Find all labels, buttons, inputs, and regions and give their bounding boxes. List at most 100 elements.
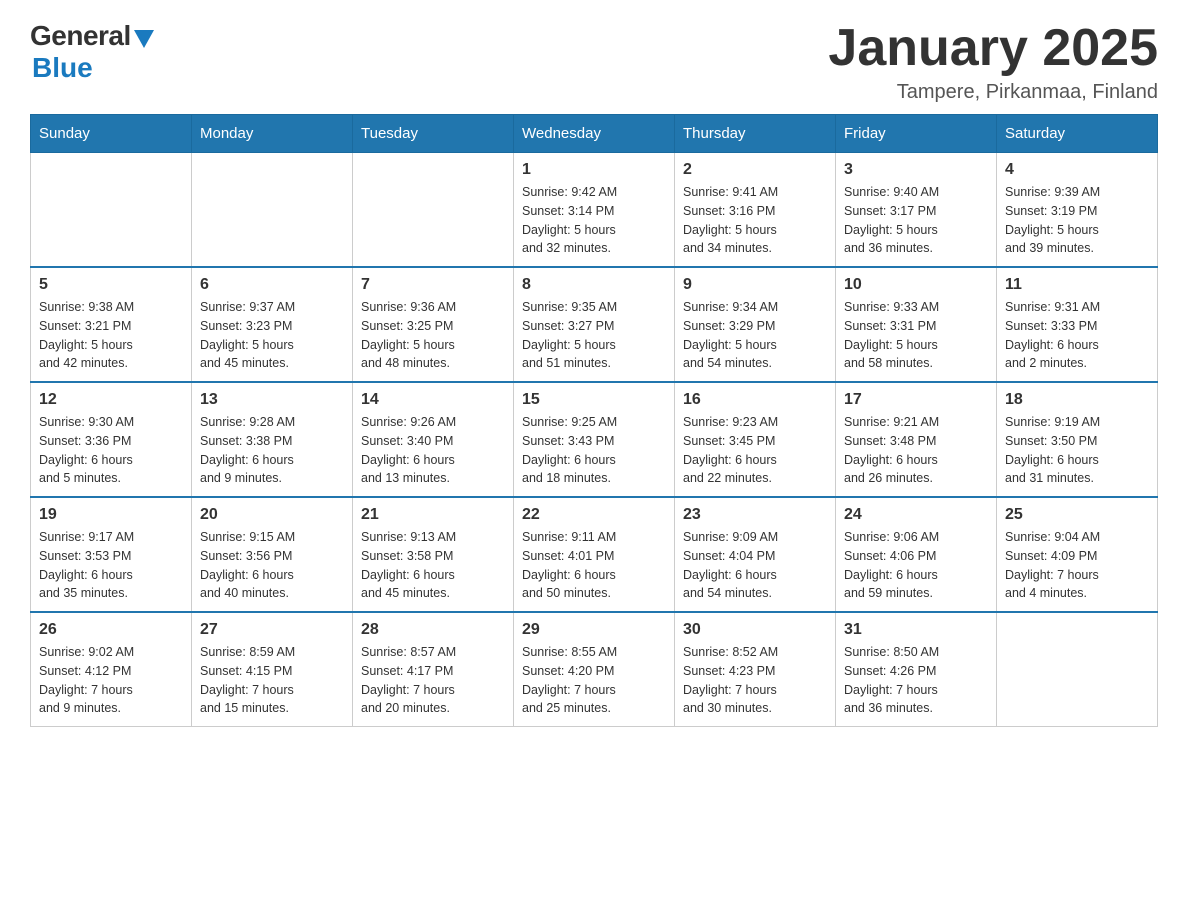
day-info: Sunrise: 9:13 AMSunset: 3:58 PMDaylight:… xyxy=(361,528,505,603)
weekday-header-thursday: Thursday xyxy=(675,115,836,153)
weekday-header-sunday: Sunday xyxy=(31,115,192,153)
calendar-cell xyxy=(31,153,192,268)
day-info: Sunrise: 9:38 AMSunset: 3:21 PMDaylight:… xyxy=(39,298,183,373)
day-info: Sunrise: 9:21 AMSunset: 3:48 PMDaylight:… xyxy=(844,413,988,488)
weekday-header-monday: Monday xyxy=(192,115,353,153)
day-info: Sunrise: 9:36 AMSunset: 3:25 PMDaylight:… xyxy=(361,298,505,373)
calendar-week-row: 1 Sunrise: 9:42 AMSunset: 3:14 PMDaylight… xyxy=(31,153,1158,268)
calendar-cell xyxy=(997,612,1158,727)
day-info: Sunrise: 9:23 AMSunset: 3:45 PMDaylight:… xyxy=(683,413,827,488)
logo: General Blue xyxy=(30,20,154,84)
calendar-cell: 17 Sunrise: 9:21 AMSunset: 3:48 PMDayligh… xyxy=(836,382,997,497)
day-info: Sunrise: 9:31 AMSunset: 3:33 PMDaylight:… xyxy=(1005,298,1149,373)
calendar-cell: 19 Sunrise: 9:17 AMSunset: 3:53 PMDayligh… xyxy=(31,497,192,612)
day-number: 19 xyxy=(39,506,183,524)
day-info: Sunrise: 9:41 AMSunset: 3:16 PMDaylight:… xyxy=(683,183,827,258)
calendar-cell: 29 Sunrise: 8:55 AMSunset: 4:20 PMDayligh… xyxy=(514,612,675,727)
day-info: Sunrise: 9:09 AMSunset: 4:04 PMDaylight:… xyxy=(683,528,827,603)
day-info: Sunrise: 8:55 AMSunset: 4:20 PMDaylight:… xyxy=(522,643,666,718)
calendar-cell: 16 Sunrise: 9:23 AMSunset: 3:45 PMDayligh… xyxy=(675,382,836,497)
day-number: 29 xyxy=(522,621,666,639)
day-info: Sunrise: 9:02 AMSunset: 4:12 PMDaylight:… xyxy=(39,643,183,718)
day-info: Sunrise: 8:57 AMSunset: 4:17 PMDaylight:… xyxy=(361,643,505,718)
logo-blue-text: Blue xyxy=(32,52,93,84)
day-number: 14 xyxy=(361,391,505,409)
weekday-header-saturday: Saturday xyxy=(997,115,1158,153)
day-number: 23 xyxy=(683,506,827,524)
day-info: Sunrise: 9:17 AMSunset: 3:53 PMDaylight:… xyxy=(39,528,183,603)
day-number: 1 xyxy=(522,161,666,179)
calendar-cell: 24 Sunrise: 9:06 AMSunset: 4:06 PMDayligh… xyxy=(836,497,997,612)
calendar-cell: 22Sunrise: 9:11 AMSunset: 4:01 PMDayligh… xyxy=(514,497,675,612)
day-number: 28 xyxy=(361,621,505,639)
calendar-cell: 1 Sunrise: 9:42 AMSunset: 3:14 PMDaylight… xyxy=(514,153,675,268)
day-info: Sunrise: 9:33 AMSunset: 3:31 PMDaylight:… xyxy=(844,298,988,373)
day-info: Sunrise: 9:11 AMSunset: 4:01 PMDaylight:… xyxy=(522,528,666,603)
day-info: Sunrise: 9:19 AMSunset: 3:50 PMDaylight:… xyxy=(1005,413,1149,488)
calendar-cell: 21 Sunrise: 9:13 AMSunset: 3:58 PMDayligh… xyxy=(353,497,514,612)
weekday-header-wednesday: Wednesday xyxy=(514,115,675,153)
calendar-cell: 9 Sunrise: 9:34 AMSunset: 3:29 PMDaylight… xyxy=(675,267,836,382)
calendar-cell: 28 Sunrise: 8:57 AMSunset: 4:17 PMDayligh… xyxy=(353,612,514,727)
calendar-week-row: 5 Sunrise: 9:38 AMSunset: 3:21 PMDaylight… xyxy=(31,267,1158,382)
calendar-cell: 4 Sunrise: 9:39 AMSunset: 3:19 PMDaylight… xyxy=(997,153,1158,268)
day-info: Sunrise: 8:50 AMSunset: 4:26 PMDaylight:… xyxy=(844,643,988,718)
day-number: 13 xyxy=(200,391,344,409)
calendar-cell: 31 Sunrise: 8:50 AMSunset: 4:26 PMDayligh… xyxy=(836,612,997,727)
weekday-header-tuesday: Tuesday xyxy=(353,115,514,153)
calendar-cell: 18Sunrise: 9:19 AMSunset: 3:50 PMDayligh… xyxy=(997,382,1158,497)
calendar-cell: 7Sunrise: 9:36 AMSunset: 3:25 PMDaylight… xyxy=(353,267,514,382)
day-number: 25 xyxy=(1005,506,1149,524)
day-number: 16 xyxy=(683,391,827,409)
day-number: 3 xyxy=(844,161,988,179)
calendar-cell: 5 Sunrise: 9:38 AMSunset: 3:21 PMDaylight… xyxy=(31,267,192,382)
day-number: 21 xyxy=(361,506,505,524)
location-text: Tampere, Pirkanmaa, Finland xyxy=(828,81,1158,104)
day-number: 31 xyxy=(844,621,988,639)
day-info: Sunrise: 9:37 AMSunset: 3:23 PMDaylight:… xyxy=(200,298,344,373)
day-info: Sunrise: 9:34 AMSunset: 3:29 PMDaylight:… xyxy=(683,298,827,373)
day-number: 4 xyxy=(1005,161,1149,179)
day-number: 24 xyxy=(844,506,988,524)
day-number: 17 xyxy=(844,391,988,409)
calendar-cell: 26Sunrise: 9:02 AMSunset: 4:12 PMDayligh… xyxy=(31,612,192,727)
calendar-cell: 20 Sunrise: 9:15 AMSunset: 3:56 PMDayligh… xyxy=(192,497,353,612)
calendar-cell: 27 Sunrise: 8:59 AMSunset: 4:15 PMDayligh… xyxy=(192,612,353,727)
day-number: 8 xyxy=(522,276,666,294)
day-number: 9 xyxy=(683,276,827,294)
calendar-week-row: 19 Sunrise: 9:17 AMSunset: 3:53 PMDayligh… xyxy=(31,497,1158,612)
day-info: Sunrise: 9:35 AMSunset: 3:27 PMDaylight:… xyxy=(522,298,666,373)
day-info: Sunrise: 9:26 AMSunset: 3:40 PMDaylight:… xyxy=(361,413,505,488)
calendar-cell: 3Sunrise: 9:40 AMSunset: 3:17 PMDaylight… xyxy=(836,153,997,268)
day-info: Sunrise: 8:59 AMSunset: 4:15 PMDaylight:… xyxy=(200,643,344,718)
logo-general-text: General xyxy=(30,20,131,52)
day-number: 20 xyxy=(200,506,344,524)
calendar-cell: 12Sunrise: 9:30 AMSunset: 3:36 PMDayligh… xyxy=(31,382,192,497)
calendar-week-row: 26Sunrise: 9:02 AMSunset: 4:12 PMDayligh… xyxy=(31,612,1158,727)
day-info: Sunrise: 9:15 AMSunset: 3:56 PMDaylight:… xyxy=(200,528,344,603)
calendar-cell: 8 Sunrise: 9:35 AMSunset: 3:27 PMDaylight… xyxy=(514,267,675,382)
calendar-cell: 13Sunrise: 9:28 AMSunset: 3:38 PMDayligh… xyxy=(192,382,353,497)
calendar-week-row: 12Sunrise: 9:30 AMSunset: 3:36 PMDayligh… xyxy=(31,382,1158,497)
month-title: January 2025 xyxy=(828,20,1158,77)
day-info: Sunrise: 9:39 AMSunset: 3:19 PMDaylight:… xyxy=(1005,183,1149,258)
day-number: 30 xyxy=(683,621,827,639)
day-number: 11 xyxy=(1005,276,1149,294)
day-number: 6 xyxy=(200,276,344,294)
day-number: 2 xyxy=(683,161,827,179)
day-number: 5 xyxy=(39,276,183,294)
calendar-cell: 14 Sunrise: 9:26 AMSunset: 3:40 PMDayligh… xyxy=(353,382,514,497)
calendar-table: SundayMondayTuesdayWednesdayThursdayFrid… xyxy=(30,114,1158,727)
calendar-cell: 10Sunrise: 9:33 AMSunset: 3:31 PMDayligh… xyxy=(836,267,997,382)
title-section: January 2025 Tampere, Pirkanmaa, Finland xyxy=(828,20,1158,104)
calendar-cell: 25 Sunrise: 9:04 AMSunset: 4:09 PMDayligh… xyxy=(997,497,1158,612)
day-info: Sunrise: 9:04 AMSunset: 4:09 PMDaylight:… xyxy=(1005,528,1149,603)
day-info: Sunrise: 9:42 AMSunset: 3:14 PMDaylight:… xyxy=(522,183,666,258)
day-info: Sunrise: 8:52 AMSunset: 4:23 PMDaylight:… xyxy=(683,643,827,718)
day-number: 27 xyxy=(200,621,344,639)
weekday-header-row: SundayMondayTuesdayWednesdayThursdayFrid… xyxy=(31,115,1158,153)
calendar-cell xyxy=(353,153,514,268)
day-info: Sunrise: 9:06 AMSunset: 4:06 PMDaylight:… xyxy=(844,528,988,603)
day-number: 15 xyxy=(522,391,666,409)
calendar-cell: 15Sunrise: 9:25 AMSunset: 3:43 PMDayligh… xyxy=(514,382,675,497)
